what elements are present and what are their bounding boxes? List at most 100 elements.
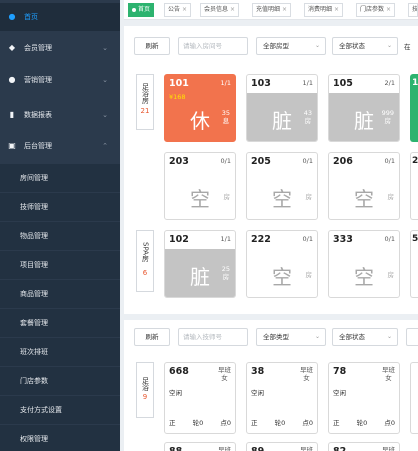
close-icon[interactable]: ×	[282, 6, 287, 13]
room-group-spa[interactable]: SPA房 6	[136, 230, 154, 292]
tab-label: 充值明细	[256, 6, 281, 13]
technician-group-foot[interactable]: 足浴 9	[136, 362, 154, 418]
sidebar-item-admin[interactable]: ▣ 后台管理 ⌃	[0, 132, 120, 160]
close-icon[interactable]: ×	[334, 6, 339, 13]
tab-notice[interactable]: 公告 ×	[164, 3, 192, 17]
room-card[interactable]: 101 1/1 ¥168 休 35 息	[164, 74, 236, 142]
tab-recharge[interactable]: 充值明细 ×	[252, 3, 292, 17]
room-body: 空 房	[247, 171, 317, 219]
submenu-item-shifts[interactable]: 班次排班	[0, 338, 120, 366]
submenu-item-store-params[interactable]: 门店参数	[0, 367, 120, 395]
sidebar-item-label: 营销管理	[24, 76, 52, 84]
technician-card-clipped[interactable]	[410, 362, 418, 434]
submenu-item-items[interactable]: 物品管理	[0, 222, 120, 250]
technician-card[interactable]: 668 早班女 空闲 正 轮0 点0	[164, 362, 236, 434]
room-card-clipped[interactable]: 2	[410, 152, 418, 220]
select-value: 全部状态	[339, 333, 365, 341]
sidebar-item-home[interactable]: ● 首页	[0, 3, 120, 31]
shift-label: 早班	[300, 366, 313, 374]
room-body: 脏 25 房	[165, 249, 235, 297]
room-card[interactable]: 333 0/1 空 房	[328, 230, 400, 298]
room-body: 休 35 息	[165, 93, 235, 141]
technician-panel: 刷新 请输入技师号 全部类型 ⌄ 全部状态 ⌄ 足浴 9 668 早班女 空闲 正轮…	[124, 320, 418, 451]
refresh-button[interactable]: 刷新	[134, 328, 170, 346]
admin-icon: ▣	[8, 141, 16, 150]
technician-search-input[interactable]: 请输入技师号	[178, 328, 248, 346]
group-name: SPA房	[141, 241, 150, 262]
room-card-clipped[interactable]: 1	[410, 74, 418, 142]
group-count: 6	[142, 269, 148, 277]
room-side-unit: 房	[387, 193, 395, 201]
chart-icon: ▮	[9, 110, 15, 119]
group-count: 9	[142, 393, 148, 401]
tab-member-info[interactable]: 会员信息 ×	[200, 3, 240, 17]
more-select-clipped[interactable]	[406, 328, 418, 346]
stat-type: 正	[169, 419, 176, 427]
refresh-button[interactable]: 刷新	[134, 37, 170, 55]
stat-rotation: 轮0	[274, 419, 286, 427]
technician-card[interactable]: 89 早班	[246, 442, 318, 451]
room-card-clipped[interactable]: 5	[410, 230, 418, 298]
chevron-up-icon: ⌃	[102, 142, 108, 150]
stat-type: 正	[251, 419, 258, 427]
technician-number: 88	[169, 446, 182, 451]
tab-label: 技	[412, 6, 418, 13]
room-group-foot[interactable]: 足浴房 21	[136, 74, 154, 130]
room-number: 203	[169, 156, 189, 167]
room-side-unit: 房	[305, 271, 313, 279]
room-number: 206	[333, 156, 353, 167]
room-type-select[interactable]: 全部房型 ⌄	[256, 37, 326, 55]
room-status-select[interactable]: 全部状态 ⌄	[332, 37, 398, 55]
technician-status: 空闲	[169, 389, 182, 397]
room-body: 脏 999 房	[329, 93, 399, 141]
technician-status: 空闲	[251, 389, 264, 397]
submenu-item-projects[interactable]: 项目管理	[0, 251, 120, 279]
room-card[interactable]: 203 0/1 空 房	[164, 152, 236, 220]
technician-card[interactable]: 82 早班	[328, 442, 400, 451]
close-icon[interactable]: ×	[230, 6, 235, 13]
tab-home[interactable]: 首页	[128, 3, 155, 17]
submenu-item-payment[interactable]: 支付方式设置	[0, 396, 120, 424]
room-card[interactable]: 103 1/1 脏 43 房	[246, 74, 318, 142]
technician-status-select[interactable]: 全部状态 ⌄	[332, 328, 398, 346]
sidebar-item-member[interactable]: ◆ 会员管理 ⌄	[0, 34, 120, 62]
sidebar-item-label: 首页	[24, 13, 38, 21]
room-capacity: 2/1	[384, 79, 395, 87]
technician-card[interactable]: 78 早班女 空闲 正 轮0 点0	[328, 362, 400, 434]
room-side-value: 43	[303, 109, 312, 117]
chevron-down-icon: ⌄	[386, 333, 392, 340]
room-side-info: 35 息	[222, 109, 230, 125]
room-card[interactable]: 222 0/1 空 房	[246, 230, 318, 298]
tab-consumption[interactable]: 消费明细 ×	[304, 3, 344, 17]
submenu-item-permissions[interactable]: 权限管理	[0, 425, 120, 451]
room-card[interactable]: 205 0/1 空 房	[246, 152, 318, 220]
room-card[interactable]: 206 0/1 空 房	[328, 152, 400, 220]
room-side-value: 999	[381, 109, 394, 117]
technician-card[interactable]: 88 早班	[164, 442, 236, 451]
stat-rotation: 轮0	[356, 419, 368, 427]
room-capacity: 1/1	[220, 79, 231, 87]
stat-type: 正	[333, 419, 340, 427]
submenu-item-technicians[interactable]: 技师管理	[0, 193, 120, 221]
room-search-input[interactable]: 请输入房间号	[178, 37, 248, 55]
room-number: 333	[333, 234, 353, 245]
group-name: 足浴	[141, 377, 150, 391]
close-icon[interactable]: ×	[182, 6, 187, 13]
submenu-item-products[interactable]: 商品管理	[0, 280, 120, 308]
chevron-down-icon: ⌄	[314, 333, 320, 340]
tab-store-params[interactable]: 门店参数 ×	[356, 3, 396, 17]
technician-card[interactable]: 38 早班女 空闲 正 轮0 点0	[246, 362, 318, 434]
submenu-item-rooms[interactable]: 房间管理	[0, 164, 120, 192]
sidebar-item-reports[interactable]: ▮ 数据报表 ⌄	[0, 101, 120, 129]
filter-label-clipped: 在	[404, 43, 411, 51]
technician-type-select[interactable]: 全部类型 ⌄	[256, 328, 326, 346]
technician-shift: 早班	[218, 446, 231, 451]
tab-technician[interactable]: 技	[408, 3, 418, 17]
room-card[interactable]: 102 1/1 脏 25 房	[164, 230, 236, 298]
room-card[interactable]: 105 2/1 脏 999 房	[328, 74, 400, 142]
sidebar-item-marketing[interactable]: ● 营销管理 ⌄	[0, 66, 120, 94]
close-icon[interactable]: ×	[386, 6, 391, 13]
room-body: 脏 43 房	[247, 93, 317, 141]
submenu-item-packages[interactable]: 套餐管理	[0, 309, 120, 337]
room-number: 1	[412, 78, 418, 88]
